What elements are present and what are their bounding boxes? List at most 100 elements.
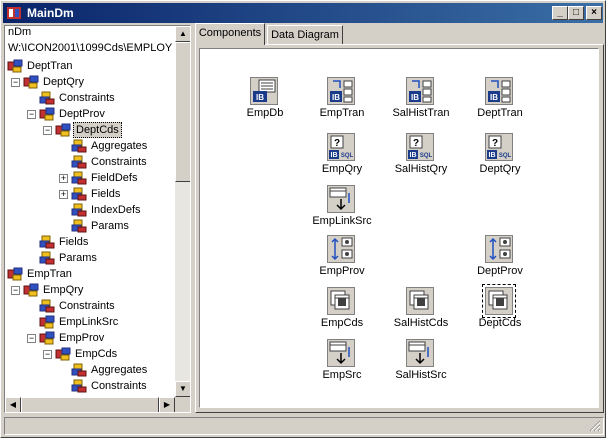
component-label: SalHistCds — [393, 317, 449, 329]
component-emplinksrc[interactable]: EmpLinkSrc — [297, 185, 387, 231]
tree-node-label[interactable]: EmpLinkSrc — [57, 314, 120, 330]
collapse-icon[interactable]: − — [27, 334, 36, 343]
component-empqry[interactable]: ? IB SQL EmpQry — [297, 133, 387, 179]
tree-node-label[interactable]: DeptCds — [73, 122, 122, 138]
tree-node-label[interactable]: Aggregates — [89, 138, 149, 154]
collapse-icon[interactable]: − — [11, 78, 20, 87]
expand-icon[interactable]: + — [59, 190, 68, 199]
tree-node[interactable]: Constraints — [5, 378, 175, 394]
tree-node-label[interactable]: Aggregates — [89, 362, 149, 378]
tree-node[interactable]: − EmpQry — [5, 282, 175, 298]
scroll-left-icon[interactable]: ◀ — [5, 397, 21, 412]
component-deptcds[interactable]: DeptCds — [455, 284, 545, 333]
tree-node-label[interactable]: EmpTran — [25, 266, 74, 282]
title-bar[interactable]: MainDm _ □ × — [3, 3, 603, 23]
scroll-up-icon[interactable]: ▲ — [175, 26, 190, 42]
component-emptran[interactable]: IB EmpTran — [297, 77, 387, 123]
tree-node-label[interactable]: DeptQry — [41, 74, 86, 90]
ib-query-icon[interactable]: ? IB SQL — [327, 133, 355, 161]
tree-panel[interactable]: nDm W:\ICON2001\1099Cds\EMPLOY DeptTran −… — [4, 25, 191, 413]
component-canvas[interactable]: IB EmpDb IB EmpTran IB SalHistTran IB DeptTran?… — [199, 48, 599, 408]
tree-node[interactable]: Params — [5, 250, 175, 266]
tree-node-label[interactable]: DeptProv — [57, 106, 107, 122]
ib-query-icon[interactable]: ? IB SQL — [406, 133, 434, 161]
component-empcds[interactable]: EmpCds — [297, 287, 387, 333]
horizontal-scroll-thumb[interactable] — [21, 397, 159, 412]
datasource-icon[interactable] — [327, 339, 355, 367]
tree-horizontal-scrollbar[interactable]: ◀ ▶ — [5, 397, 175, 412]
tree-node[interactable]: − EmpCds — [5, 346, 175, 362]
tree-node-label[interactable]: Fields — [57, 234, 90, 250]
tree-node-label[interactable]: EmpQry — [41, 282, 85, 298]
tree-node-label[interactable]: Constraints — [89, 154, 149, 170]
ib-query-icon[interactable]: ? IB SQL — [485, 133, 513, 161]
component-depttran[interactable]: IB DeptTran — [455, 77, 545, 123]
tree-node[interactable]: Fields — [5, 234, 175, 250]
tree-node[interactable]: EmpLinkSrc — [5, 314, 175, 330]
component-salhistcds[interactable]: SalHistCds — [376, 287, 466, 333]
ib-transaction-icon[interactable]: IB — [485, 77, 513, 105]
tree-view[interactable]: nDm W:\ICON2001\1099Cds\EMPLOY DeptTran −… — [5, 26, 175, 397]
tree-node[interactable]: − DeptQry — [5, 74, 175, 90]
tree-node[interactable]: − EmpProv — [5, 330, 175, 346]
tree-vertical-scrollbar[interactable]: ▲ ▼ — [175, 26, 190, 397]
tree-node[interactable]: Constraints — [5, 90, 175, 106]
component-label: SalHistSrc — [395, 369, 447, 381]
minimize-button[interactable]: _ — [552, 6, 568, 20]
component-empsrc[interactable]: EmpSrc — [297, 339, 387, 385]
clientdataset-icon[interactable] — [482, 284, 516, 318]
tree-node[interactable]: IndexDefs — [5, 202, 175, 218]
collapse-icon[interactable]: − — [43, 126, 52, 135]
clientdataset-icon[interactable] — [327, 287, 355, 315]
tab-data-diagram[interactable]: Data Diagram — [267, 25, 343, 45]
component-salhisttran[interactable]: IB SalHistTran — [376, 77, 466, 123]
vertical-scroll-thumb[interactable] — [175, 42, 190, 182]
tree-node[interactable]: − DeptCds — [5, 122, 175, 138]
tree-node[interactable]: Aggregates — [5, 362, 175, 378]
collapse-icon[interactable]: − — [27, 110, 36, 119]
ib-database-icon[interactable]: IB — [250, 77, 278, 105]
component-empprov[interactable]: EmpProv — [297, 235, 387, 281]
collapse-icon[interactable]: − — [11, 286, 20, 295]
maximize-button[interactable]: □ — [568, 6, 584, 20]
clientdataset-icon[interactable] — [406, 287, 434, 315]
tree-node[interactable]: Constraints — [5, 298, 175, 314]
component-salhistqry[interactable]: ? IB SQL SalHistQry — [376, 133, 466, 179]
tree-node-label[interactable]: Params — [57, 250, 99, 266]
tree-node-label[interactable]: EmpCds — [73, 346, 119, 362]
close-button[interactable]: × — [586, 6, 602, 20]
provider-icon[interactable] — [327, 235, 355, 263]
constraints-icon — [71, 171, 87, 185]
tree-node-label[interactable]: Fields — [89, 186, 122, 202]
tree-node-label[interactable]: Constraints — [57, 298, 117, 314]
component-deptprov[interactable]: DeptProv — [455, 235, 545, 281]
tree-node[interactable]: + Fields — [5, 186, 175, 202]
expand-icon[interactable]: + — [59, 174, 68, 183]
tree-node-label[interactable]: EmpProv — [57, 330, 106, 346]
datasource-icon[interactable] — [327, 185, 355, 213]
tree-node-label[interactable]: Constraints — [89, 378, 149, 394]
component-salhistsrc[interactable]: SalHistSrc — [376, 339, 466, 385]
tree-node-label[interactable]: IndexDefs — [89, 202, 143, 218]
tree-node[interactable]: Params — [5, 218, 175, 234]
tree-node[interactable]: Constraints — [5, 154, 175, 170]
tree-node-label[interactable]: Params — [89, 218, 131, 234]
tree-node[interactable]: EmpTran — [5, 266, 175, 282]
scroll-right-icon[interactable]: ▶ — [159, 397, 175, 412]
tree-node[interactable]: − DeptProv — [5, 106, 175, 122]
ib-transaction-icon[interactable]: IB — [327, 77, 355, 105]
tab-components[interactable]: Components — [195, 23, 265, 45]
scroll-down-icon[interactable]: ▼ — [175, 381, 190, 397]
tree-node[interactable]: DeptTran — [5, 58, 175, 74]
component-deptqry[interactable]: ? IB SQL DeptQry — [455, 133, 545, 179]
datasource-icon[interactable] — [406, 339, 434, 367]
resize-grip-icon[interactable] — [589, 420, 601, 432]
tree-node-label[interactable]: Constraints — [57, 90, 117, 106]
provider-icon[interactable] — [485, 235, 513, 263]
tree-node-label[interactable]: DeptTran — [25, 58, 74, 74]
tree-node[interactable]: + FieldDefs — [5, 170, 175, 186]
tree-node-label[interactable]: FieldDefs — [89, 170, 139, 186]
collapse-icon[interactable]: − — [43, 350, 52, 359]
ib-transaction-icon[interactable]: IB — [406, 77, 434, 105]
tree-node[interactable]: Aggregates — [5, 138, 175, 154]
